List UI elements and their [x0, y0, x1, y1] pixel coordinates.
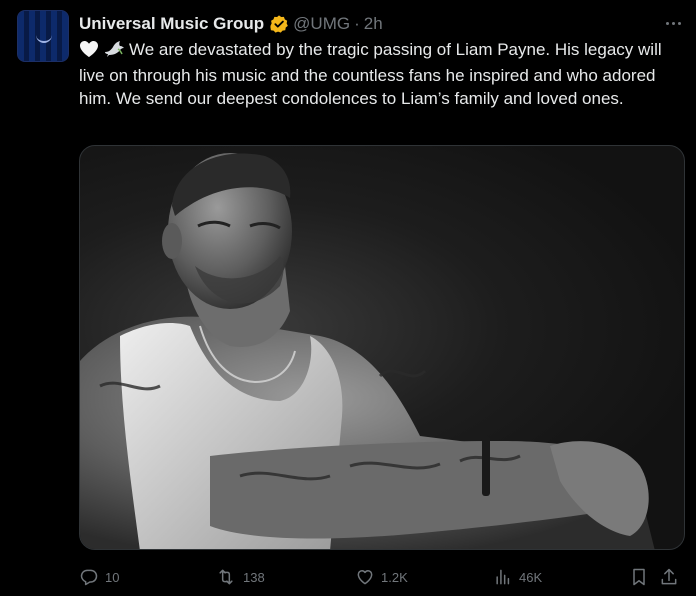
tweet[interactable]: Universal Music Group @UMG · 2h We are d…	[0, 0, 696, 596]
like-button[interactable]: 1.2K	[355, 566, 408, 588]
timestamp[interactable]: 2h	[364, 14, 383, 34]
views-button[interactable]: 46K	[493, 566, 542, 588]
share-icon	[661, 568, 677, 585]
repost-icon	[219, 569, 233, 585]
avatar[interactable]	[17, 10, 69, 62]
white-heart-icon	[79, 40, 99, 64]
more-options-icon[interactable]	[662, 12, 684, 34]
dove-icon	[103, 40, 125, 64]
heart-icon	[357, 570, 373, 585]
bookmark-icon	[633, 568, 645, 586]
repost-button[interactable]: 138	[215, 566, 265, 588]
verified-badge-icon[interactable]	[269, 14, 289, 34]
separator-dot: ·	[354, 14, 360, 33]
tweet-actions: 10 138 1.2K 46K	[79, 566, 685, 588]
like-count: 1.2K	[381, 569, 408, 585]
author-name[interactable]: Universal Music Group	[79, 14, 264, 34]
tweet-body: We are devastated by the tragic passing …	[79, 40, 662, 108]
repost-count: 138	[243, 569, 265, 585]
reply-icon	[80, 569, 98, 586]
reply-button[interactable]: 10	[79, 566, 119, 588]
photo-illustration	[80, 153, 655, 549]
tweet-text: We are devastated by the tragic passing …	[79, 38, 685, 110]
tweet-photo[interactable]	[79, 145, 685, 550]
bookmark-button[interactable]	[629, 566, 649, 588]
analytics-icon	[496, 569, 510, 585]
author-handle[interactable]: @UMG	[293, 14, 350, 34]
reply-count: 10	[105, 569, 120, 585]
views-count: 46K	[519, 569, 543, 585]
tweet-header: Universal Music Group @UMG · 2h	[79, 12, 383, 36]
share-button[interactable]	[659, 566, 679, 588]
